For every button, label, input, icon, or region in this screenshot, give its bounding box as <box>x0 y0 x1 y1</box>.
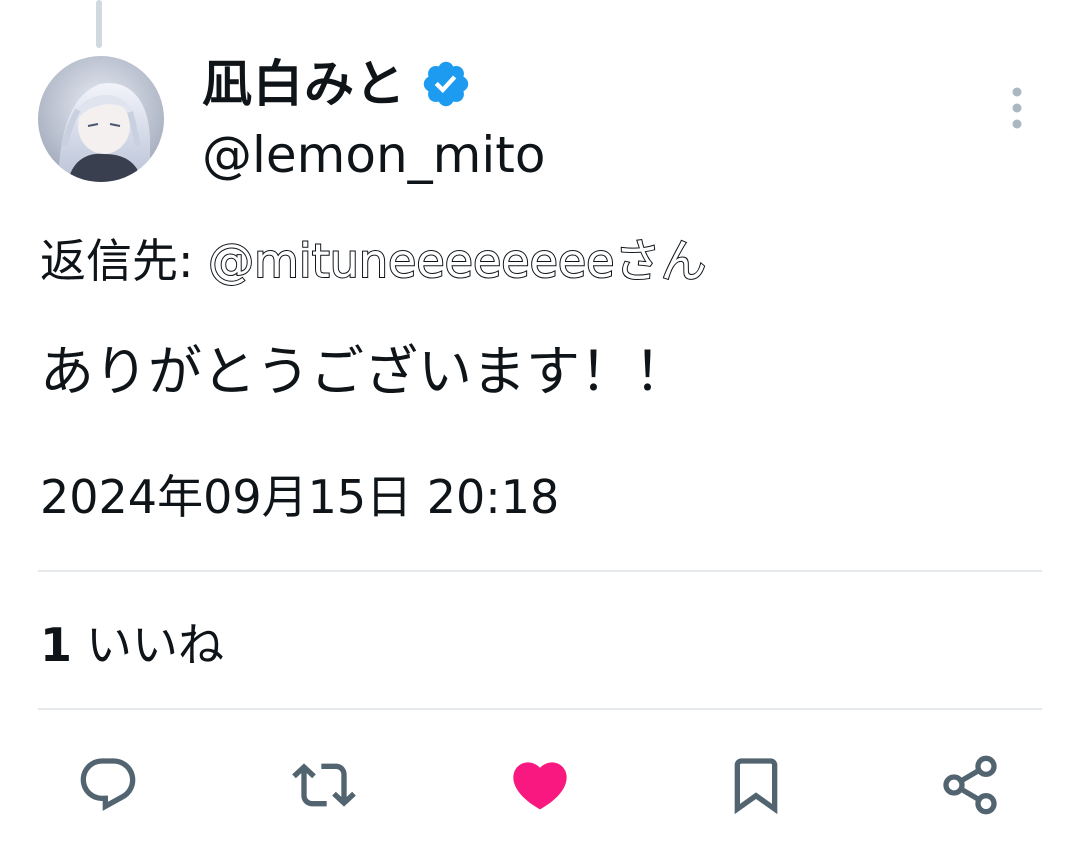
share-button[interactable] <box>930 745 1010 825</box>
tweet-timestamp[interactable]: 2024年09月15日 20:18 <box>40 462 559 532</box>
replying-to-line: 返信先: @mituneeeeeeeeさん <box>40 226 707 296</box>
like-icon <box>513 762 567 810</box>
share-icon <box>943 755 997 815</box>
likes-summary[interactable]: 1 いいね <box>40 610 224 680</box>
bookmark-button[interactable] <box>716 745 796 825</box>
likes-label: いいね <box>86 618 225 672</box>
author-name-row: 凪白みと <box>202 52 472 116</box>
reply-mention-link[interactable]: @mituneeeeeeee <box>207 233 615 289</box>
like-button[interactable] <box>500 745 580 825</box>
reply-button[interactable] <box>68 745 148 825</box>
replying-to-prefix: 返信先: <box>40 234 209 288</box>
verified-badge-icon <box>423 61 469 107</box>
avatar-image <box>38 56 164 182</box>
divider <box>38 570 1042 572</box>
likes-count: 1 <box>40 618 73 672</box>
reply-mention-suffix[interactable]: さん <box>613 233 707 289</box>
retweet-icon <box>292 763 356 807</box>
author-handle[interactable]: @lemon_mito <box>202 124 545 186</box>
reply-icon <box>80 758 136 811</box>
divider <box>38 708 1042 710</box>
thread-connector-line <box>96 0 102 48</box>
more-vertical-icon <box>1012 87 1022 129</box>
author-display-name[interactable]: 凪白みと <box>202 54 406 114</box>
tweet-action-bar <box>0 745 1080 835</box>
retweet-button[interactable] <box>284 745 364 825</box>
bookmark-icon <box>734 758 778 815</box>
tweet-text: ありがとうございます！！ <box>40 340 688 403</box>
more-options-button[interactable] <box>1000 84 1034 132</box>
avatar[interactable] <box>38 56 164 182</box>
